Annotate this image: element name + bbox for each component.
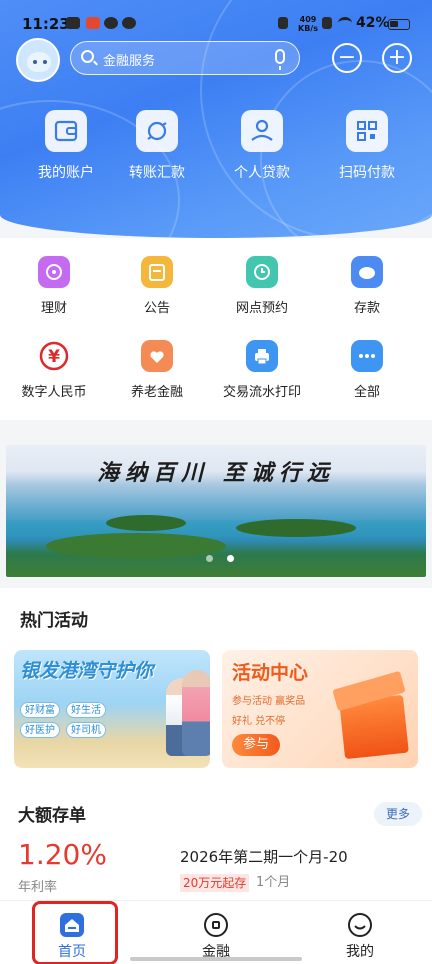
notice-icon <box>141 256 173 288</box>
finance-icon <box>204 913 228 937</box>
section-title: 热门活动 <box>20 611 88 631</box>
gesture-bar[interactable] <box>130 957 302 961</box>
nav-label: 我的账户 <box>38 165 94 181</box>
avatar[interactable] <box>16 38 60 82</box>
search-icon <box>81 50 94 63</box>
grid-item-label: 理财 <box>40 301 67 316</box>
more-button[interactable]: 更多 <box>374 802 422 826</box>
transfer-icon <box>136 110 178 152</box>
banner-island <box>106 515 186 531</box>
grid-item-branch-appointment[interactable]: 网点预约 <box>208 256 316 316</box>
link-icon <box>122 17 136 29</box>
grid-item-label: 全部 <box>353 385 380 400</box>
grid-item-notice[interactable]: 公告 <box>103 256 211 316</box>
minus-button[interactable]: − <box>332 43 362 73</box>
grid-item-wealth[interactable]: 理财 <box>0 256 108 316</box>
card-title: 活动中心 <box>232 662 309 684</box>
grid-item-label: 数字人民币 <box>21 385 87 400</box>
avatar-eye <box>33 60 37 64</box>
carousel-dot[interactable] <box>206 555 213 562</box>
yuan-icon: ¥ <box>38 340 70 372</box>
activity-card-event-center[interactable]: 活动中心 参与活动 赢奖品 好礼 兑不停 参与 <box>222 650 418 768</box>
banner-sea <box>6 520 426 538</box>
nav-label: 转账汇款 <box>129 165 185 181</box>
min-amount-badge: 20万元起存 <box>180 874 250 892</box>
grid-item-digital-rmb[interactable]: ¥ 数字人民币 <box>0 340 108 400</box>
grid-item-transaction-print[interactable]: 交易流水打印 <box>208 340 316 400</box>
microphone-icon[interactable] <box>275 49 285 70</box>
card-title: 银发港湾守护你 <box>20 660 154 682</box>
search-input[interactable]: 金融服务 <box>70 41 300 75</box>
heart-icon <box>141 340 173 372</box>
grid-item-label: 存款 <box>353 301 380 316</box>
card-subtitle: 参与活动 赢奖品 <box>232 696 306 707</box>
qr-code-icon <box>346 110 388 152</box>
interest-rate[interactable]: 1.20% <box>18 838 107 871</box>
network-speed-value: 409 <box>299 15 317 24</box>
tab-finance[interactable]: 金融 <box>144 901 288 964</box>
status-bar: 11:23 409 KB/s 42% <box>0 0 432 44</box>
nav-my-account[interactable]: 我的账户 <box>16 110 116 182</box>
search-placeholder: 金融服务 <box>103 54 156 69</box>
loan-icon <box>241 110 283 152</box>
nav-label: 扫码付款 <box>339 165 395 181</box>
promo-banner[interactable]: 海纳百川 至诚行远 <box>6 445 426 577</box>
avatar-eye <box>43 60 47 64</box>
nav-label: 个人贷款 <box>234 165 290 181</box>
grid-item-all[interactable]: 全部 <box>313 340 421 400</box>
tag: 好生活 <box>66 702 106 718</box>
plus-button[interactable]: + <box>382 43 412 73</box>
quick-service-grid: 理财 公告 网点预约 存款 ¥ 数字人民币 养老金融 交易流水打印 全部 <box>0 238 432 420</box>
join-button[interactable]: 参与 <box>232 734 280 756</box>
rate-label: 年利率 <box>18 880 58 895</box>
network-speed: 409 KB/s <box>298 15 318 33</box>
banner-island <box>236 519 356 537</box>
wealth-icon <box>38 256 70 288</box>
clock-icon <box>246 256 278 288</box>
card-subtitle: 好礼 兑不停 <box>232 716 286 727</box>
tag: 好司机 <box>66 722 106 738</box>
nav-personal-loan[interactable]: 个人贷款 <box>212 110 312 182</box>
grid-item-pension-finance[interactable]: 养老金融 <box>103 340 211 400</box>
app-notification-icon <box>86 17 100 29</box>
home-tab-highlight-frame <box>32 901 118 964</box>
vibrate-icon <box>278 17 288 29</box>
status-time: 11:23 <box>22 15 70 33</box>
term-label: 1个月 <box>256 875 291 890</box>
nfc-icon <box>322 17 332 29</box>
grid-item-label: 养老金融 <box>130 385 183 400</box>
wallet-icon <box>45 110 87 152</box>
banner-slogan: 海纳百川 至诚行远 <box>97 460 335 486</box>
illustration-person <box>182 670 210 756</box>
network-speed-unit: KB/s <box>298 24 318 33</box>
svg-text:¥: ¥ <box>48 347 60 367</box>
tab-mine[interactable]: 我的 <box>288 901 432 964</box>
mail-icon <box>66 17 80 29</box>
grid-item-label: 公告 <box>143 301 170 316</box>
printer-icon <box>246 340 278 372</box>
more-icon <box>351 340 383 372</box>
battery-icon <box>388 19 410 30</box>
banner-island <box>46 533 226 559</box>
avatar-face <box>27 52 51 72</box>
tag: 好医护 <box>20 722 60 738</box>
grid-item-label: 交易流水打印 <box>222 385 301 400</box>
grid-item-deposit[interactable]: 存款 <box>313 256 421 316</box>
section-title: 大额存单 <box>18 806 86 826</box>
chat-icon <box>104 17 118 29</box>
nav-scan-pay[interactable]: 扫码付款 <box>317 110 417 182</box>
product-name[interactable]: 2026年第二期一个月-20 <box>180 846 348 867</box>
profile-icon <box>348 913 372 937</box>
nav-transfer[interactable]: 转账汇款 <box>107 110 207 182</box>
activity-card-silver-haven[interactable]: 银发港湾守护你 好财富 好生活 好医护 好司机 <box>14 650 210 768</box>
carousel-dot-active[interactable] <box>227 555 234 562</box>
tag: 好财富 <box>20 702 60 718</box>
piggy-bank-icon <box>351 256 383 288</box>
tab-label: 我的 <box>346 944 374 960</box>
battery-percent: 42% <box>356 15 390 31</box>
wifi-icon <box>338 17 352 29</box>
grid-item-label: 网点预约 <box>235 301 288 316</box>
